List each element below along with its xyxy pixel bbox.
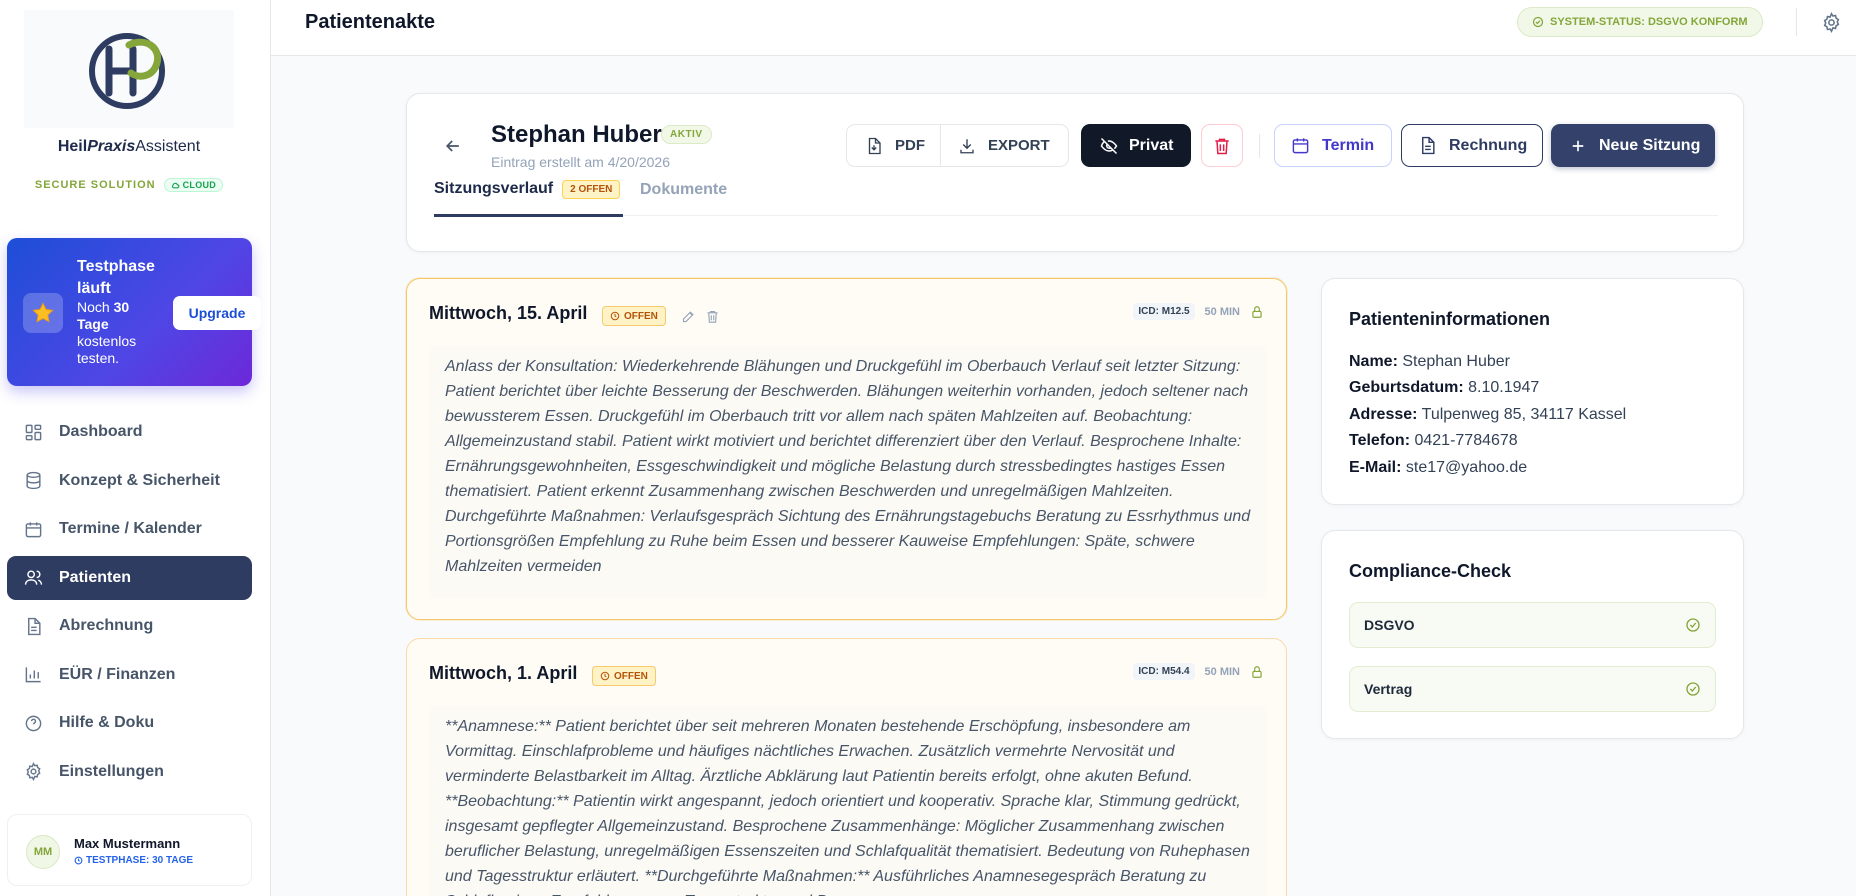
cloud-badge: CLOUD	[163, 178, 224, 192]
patient-info-fields: Name: Stephan Huber Geburtsdatum: 8.10.1…	[1349, 349, 1626, 481]
clock-icon	[600, 671, 610, 681]
privat-button[interactable]: Privat	[1081, 124, 1191, 167]
user-trial-badge: TESTPHASE: 30 TAGE	[74, 855, 193, 866]
nav-item-konzept[interactable]: Konzept & Sicherheit	[7, 459, 252, 503]
bar-chart-icon	[23, 665, 43, 685]
help-circle-icon	[23, 713, 43, 733]
session-status-badge: OFFEN	[602, 306, 666, 326]
invoice-icon	[1418, 136, 1437, 155]
logo-icon	[89, 33, 165, 109]
rechnung-button[interactable]: Rechnung	[1401, 124, 1543, 167]
patient-header-card: Stephan Huber AKTIV Eintrag erstellt am …	[406, 93, 1744, 252]
gear-icon	[23, 762, 43, 782]
dashboard-icon	[23, 422, 43, 442]
compliance-item-dsgvo: DSGVO	[1349, 602, 1716, 648]
nav-item-dashboard[interactable]: Dashboard	[7, 410, 252, 454]
session-meta: ICD: M54.4 50 MIN	[1133, 663, 1264, 680]
nav-item-termine[interactable]: Termine / Kalender	[7, 507, 252, 551]
user-name: Max Mustermann	[74, 836, 181, 851]
document-icon	[23, 616, 43, 636]
patient-status-badge: AKTIV	[661, 125, 712, 144]
users-icon	[23, 568, 43, 588]
action-divider	[1259, 134, 1260, 158]
session-notes: **Anamnese:** Patient berichtet über sei…	[429, 705, 1267, 896]
calendar-icon	[1291, 136, 1310, 155]
eye-off-icon	[1099, 136, 1119, 156]
compliance-card: Compliance-Check DSGVO Vertrag	[1321, 530, 1744, 739]
session-card[interactable]: Mittwoch, 1. April OFFEN ICD: M54.4 50 M…	[406, 638, 1287, 896]
icd-code: ICD: M54.4	[1133, 663, 1195, 680]
compliance-item-vertrag: Vertrag	[1349, 666, 1716, 712]
neue-sitzung-button[interactable]: Neue Sitzung	[1551, 124, 1715, 167]
avatar: MM	[26, 835, 60, 869]
plus-icon	[1569, 137, 1587, 155]
patient-tabs: Sitzungsverlauf 2 OFFEN Dokumente	[434, 164, 1718, 217]
open-sessions-badge: 2 OFFEN	[562, 179, 621, 199]
session-date: Mittwoch, 15. April	[429, 303, 588, 323]
user-card[interactable]: MM Max Mustermann TESTPHASE: 30 TAGE	[7, 814, 252, 886]
brand-tagline: SECURE SOLUTION CLOUD	[0, 178, 258, 192]
nav-item-einstellungen[interactable]: Einstellungen	[7, 750, 252, 794]
pdf-button[interactable]: PDF	[847, 125, 941, 166]
compliance-title: Compliance-Check	[1349, 561, 1512, 581]
session-status-badge: OFFEN	[592, 666, 656, 686]
info-email: E-Mail: ste17@yahoo.de	[1349, 458, 1528, 476]
check-circle-icon	[1686, 682, 1700, 696]
system-status-badge: SYSTEM-STATUS: DSGVO KONFORM	[1517, 7, 1763, 37]
settings-gear-icon[interactable]	[1819, 10, 1843, 34]
info-address: Adresse: Tulpenweg 85, 34117 Kassel	[1349, 405, 1627, 423]
trash-icon[interactable]	[703, 307, 721, 325]
delete-button[interactable]	[1201, 124, 1243, 167]
session-notes: Anlass der Konsultation: Wiederkehrende …	[429, 345, 1267, 599]
page-title: Patientenakte	[305, 11, 436, 33]
database-icon	[23, 471, 43, 491]
nav-item-finanzen[interactable]: EÜR / Finanzen	[7, 653, 252, 697]
export-button[interactable]: EXPORT	[941, 125, 1068, 166]
calendar-icon	[23, 519, 43, 539]
lock-icon	[1252, 305, 1262, 318]
session-duration: 50 MIN	[1204, 665, 1240, 678]
clock-icon	[610, 311, 620, 321]
main-nav: Dashboard Konzept & Sicherheit Termine /…	[7, 410, 252, 798]
trash-icon	[1215, 138, 1229, 154]
brand-name: HeilPraxisAssistent	[57, 138, 201, 155]
patient-info-title: Patienteninformationen	[1349, 309, 1551, 329]
star-icon	[23, 293, 63, 333]
logo	[24, 10, 234, 128]
check-circle-icon	[1532, 16, 1544, 28]
download-icon	[958, 137, 976, 155]
nav-item-patienten[interactable]: Patienten	[7, 555, 252, 600]
top-header: Patientenakte SYSTEM-STATUS: DSGVO KONFO…	[271, 0, 1856, 56]
file-download-icon	[865, 137, 883, 155]
cloud-icon	[171, 182, 179, 188]
session-duration: 50 MIN	[1204, 305, 1240, 318]
session-card[interactable]: Mittwoch, 15. April OFFEN ICD: M12.5 50 …	[406, 278, 1287, 620]
termin-button[interactable]: Termin	[1274, 124, 1392, 167]
info-birthdate: Geburtsdatum: 8.10.1947	[1349, 379, 1540, 397]
patient-info-card: Patienteninformationen Name: Stephan Hub…	[1321, 278, 1744, 505]
trial-card: Testphase läuft Noch 30 Tage kostenlos t…	[7, 238, 261, 386]
check-circle-icon	[1686, 618, 1700, 632]
trial-text: Noch 30 Tage kostenlos testen.	[77, 299, 137, 366]
header-divider	[1796, 8, 1797, 36]
trial-title: Testphase läuft	[77, 258, 155, 297]
export-button-group: PDF EXPORT	[846, 124, 1069, 167]
edit-pencil-icon[interactable]	[679, 307, 697, 325]
tab-sitzungsverlauf[interactable]: Sitzungsverlauf 2 OFFEN	[434, 164, 623, 217]
tab-dokumente[interactable]: Dokumente	[640, 164, 727, 216]
info-phone: Telefon: 0421-7784678	[1349, 432, 1518, 450]
session-meta: ICD: M12.5 50 MIN	[1133, 303, 1264, 320]
session-date: Mittwoch, 1. April	[429, 663, 578, 683]
patient-name: Stephan Huber	[491, 121, 662, 148]
info-name: Name: Stephan Huber	[1349, 353, 1510, 370]
lock-icon	[1252, 665, 1262, 678]
sidebar: HeilPraxisAssistent SECURE SOLUTION CLOU…	[0, 0, 271, 896]
nav-item-hilfe[interactable]: Hilfe & Doku	[7, 701, 252, 745]
back-arrow-icon[interactable]	[442, 135, 464, 157]
upgrade-button[interactable]: Upgrade	[173, 296, 261, 330]
clock-icon	[74, 856, 83, 865]
nav-item-abrechnung[interactable]: Abrechnung	[7, 604, 252, 648]
icd-code: ICD: M12.5	[1133, 303, 1195, 320]
